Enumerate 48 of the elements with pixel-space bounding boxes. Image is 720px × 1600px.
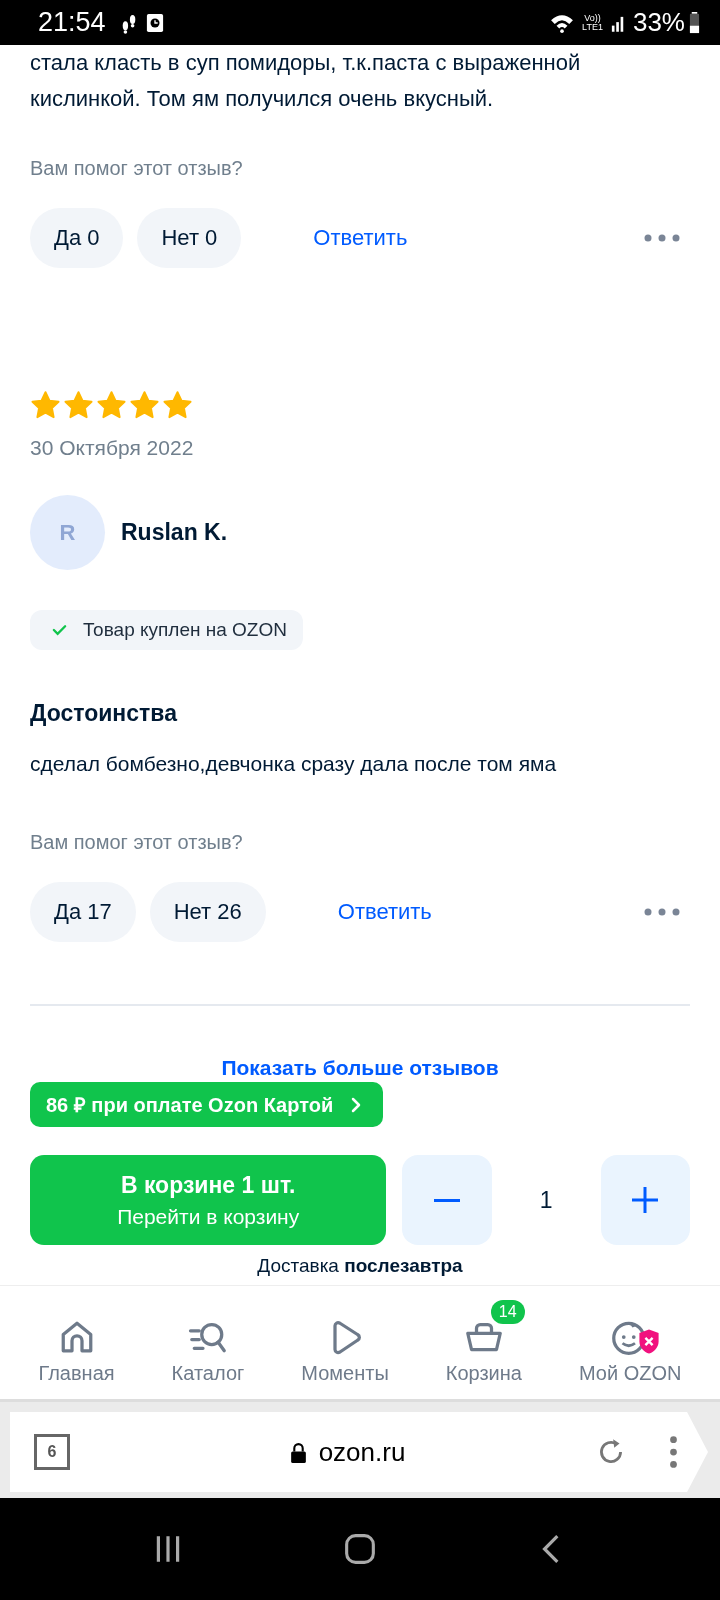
helpful-question: Вам помог этот отзыв? bbox=[30, 831, 244, 854]
battery-icon bbox=[689, 11, 700, 34]
star-icon bbox=[96, 390, 127, 419]
star-icon bbox=[63, 390, 94, 419]
minus-icon bbox=[432, 1198, 462, 1202]
lock-icon bbox=[289, 1441, 307, 1463]
review-text: сделал бомбезно,девчонка сразу дала после том яма bbox=[30, 751, 558, 777]
helpful-question: Вам помог этот отзыв? bbox=[30, 157, 244, 180]
chevron-icon bbox=[351, 1096, 362, 1113]
battery-percent: 33% bbox=[632, 7, 685, 38]
clock-time: 21:54 bbox=[38, 7, 106, 38]
network-label: Vo)) bbox=[584, 13, 601, 23]
delivery-info: Доставка послезавтра bbox=[256, 1255, 464, 1277]
more-icon[interactable] bbox=[644, 234, 680, 242]
nav-item[interactable]: Главная bbox=[38, 1300, 115, 1385]
quantity-value: 1 bbox=[538, 1186, 554, 1214]
plus-icon bbox=[630, 1185, 661, 1215]
reply-link[interactable]: Ответить bbox=[337, 899, 630, 925]
section-title: Достоинства bbox=[30, 700, 179, 727]
avatar: R bbox=[30, 495, 105, 570]
nav-item[interactable]: Мой OZON bbox=[578, 1300, 682, 1385]
reply-link[interactable]: Ответить bbox=[313, 225, 630, 251]
yes-button[interactable]: Да 17 bbox=[30, 882, 136, 942]
clock-app-icon bbox=[145, 11, 164, 34]
verified-badge: Товар куплен на OZON bbox=[30, 610, 303, 650]
nav-item[interactable]: 14 Корзина bbox=[445, 1300, 522, 1385]
star-icon bbox=[30, 390, 61, 419]
yes-button[interactable]: Да 0 bbox=[30, 208, 124, 268]
review-text: стала класть в суп помидоры, т.к.паста с выраженной кислинкой. Том ям получился очень вкусный. bbox=[30, 49, 582, 113]
review-date: 30 Октября 2022 bbox=[30, 436, 195, 460]
count-badge: 14 bbox=[490, 1300, 525, 1324]
network-label: LTE1 bbox=[582, 22, 603, 32]
plus-button[interactable] bbox=[600, 1155, 690, 1245]
author-name: Ruslan K. bbox=[121, 519, 228, 546]
more-icon[interactable] bbox=[644, 908, 680, 916]
no-button[interactable]: Нет 26 bbox=[149, 882, 266, 942]
star-icon bbox=[129, 390, 160, 419]
nav-item[interactable]: Моменты bbox=[301, 1300, 389, 1385]
nav-item[interactable]: Каталог bbox=[171, 1300, 245, 1385]
home-button-icon[interactable] bbox=[344, 1533, 376, 1565]
wifi-icon bbox=[550, 12, 575, 33]
check-icon bbox=[52, 624, 67, 636]
more-icon[interactable] bbox=[669, 1435, 678, 1469]
show-more-link[interactable]: Показать больше отзывов bbox=[221, 1056, 499, 1078]
tab-count-button[interactable]: 6 bbox=[34, 1434, 70, 1470]
star-icon bbox=[162, 390, 193, 419]
no-button[interactable]: Нет 0 bbox=[137, 208, 242, 268]
url-text[interactable]: ozon.ru bbox=[318, 1436, 406, 1468]
